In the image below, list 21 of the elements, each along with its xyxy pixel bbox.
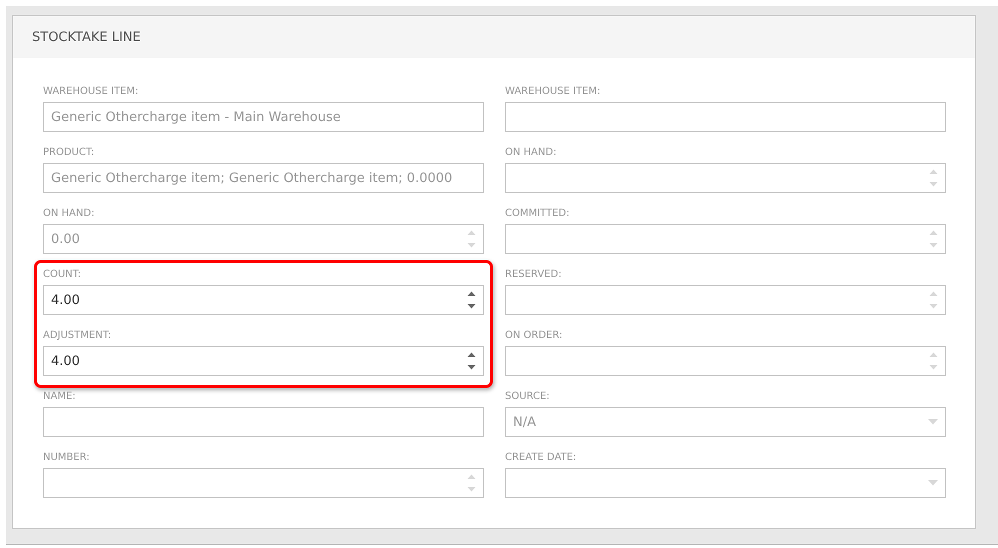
field-label: CREATE DATE: xyxy=(505,451,578,465)
field-label: WAREHOUSE ITEM: xyxy=(43,85,140,99)
spinner-arrows-icon[interactable] xyxy=(467,290,476,310)
field-label: NAME: xyxy=(43,390,77,404)
field-label: ON ORDER: xyxy=(505,329,564,343)
panel-title: STOCKTAKE LINE xyxy=(32,30,141,44)
field-label: NUMBER: xyxy=(43,451,91,465)
input-field[interactable] xyxy=(43,407,484,437)
field-label: PRODUCT: xyxy=(43,146,96,160)
field-label: ON HAND: xyxy=(43,207,96,221)
field-label: COUNT: xyxy=(43,268,82,282)
field-label: ADJUSTMENT: xyxy=(43,329,112,343)
field-label: SOURCE: xyxy=(505,390,551,404)
input-field[interactable] xyxy=(505,102,946,132)
field-label: ON HAND: xyxy=(505,146,558,160)
spinner-arrows-icon[interactable] xyxy=(467,351,476,371)
field-label: WAREHOUSE ITEM: xyxy=(505,85,602,99)
number-field[interactable]: 4.00 xyxy=(43,346,484,376)
field-label: COMMITTED: xyxy=(505,207,570,221)
field-label: RESERVED: xyxy=(505,268,563,282)
number-field[interactable]: 4.00 xyxy=(43,285,484,315)
